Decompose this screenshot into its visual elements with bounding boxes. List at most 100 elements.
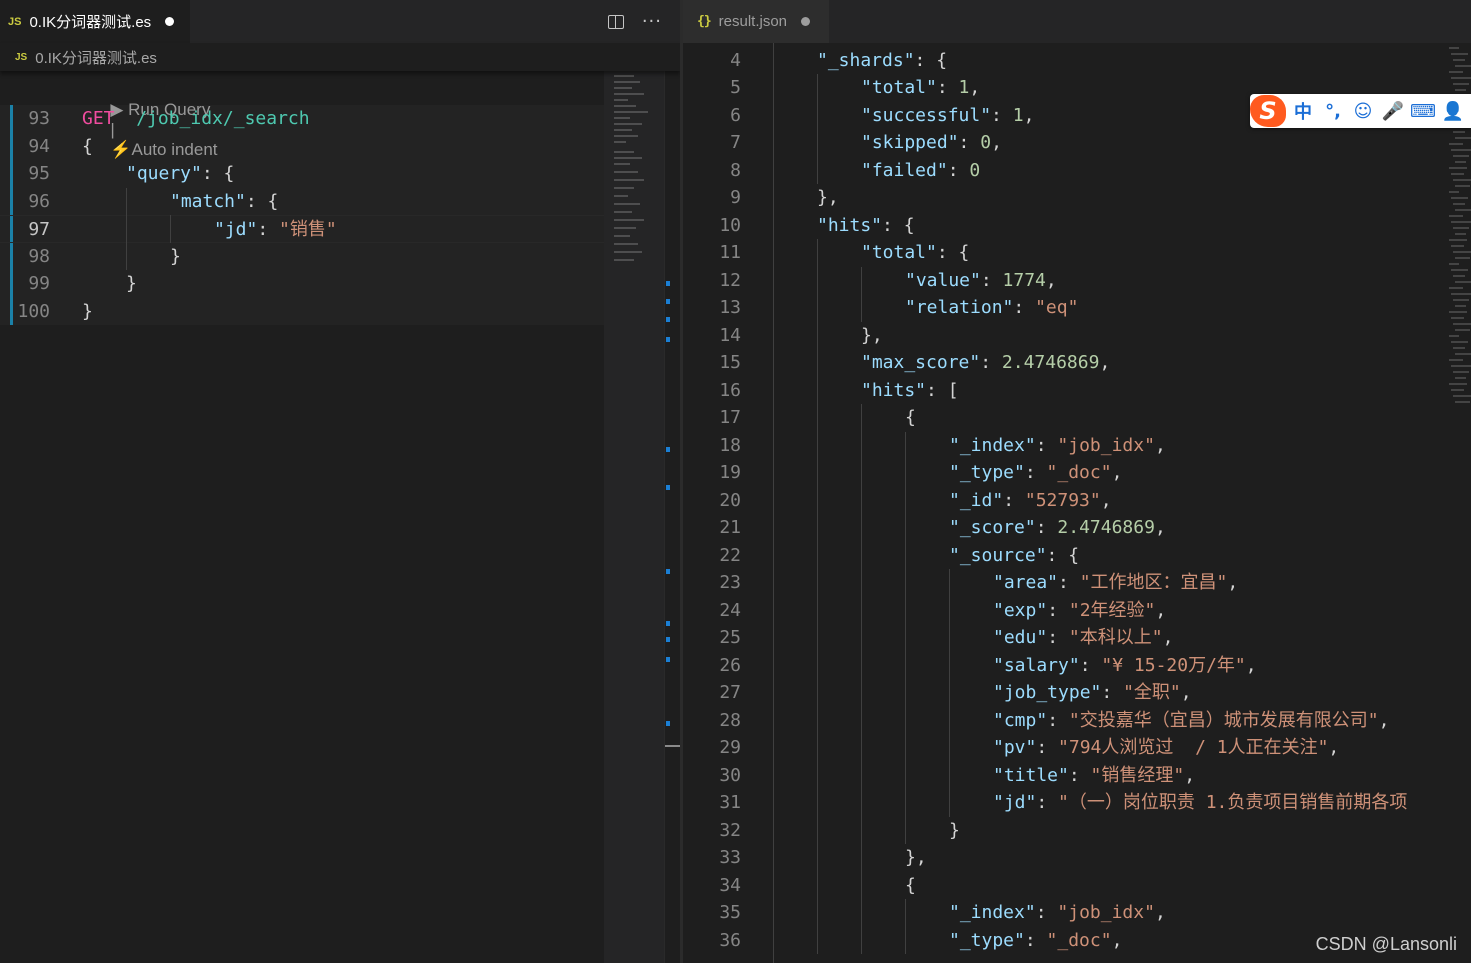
scrollbar-change-marker (666, 657, 670, 662)
ime-punctuation-icon[interactable]: °, (1318, 101, 1348, 122)
sogou-logo-icon[interactable]: S (1250, 94, 1288, 128)
left-editor-group: JS 0.IK分词器测试.es ··· JS 0.IK分词器测试.es ▶ Ru… (0, 0, 680, 963)
right-minimap[interactable] (1443, 43, 1471, 963)
right-code-editor[interactable]: 4 "_shards": {5 "total": 1, 6 "successful": … (683, 43, 1443, 963)
code-line[interactable]: 19 "_type": "_doc", (683, 459, 1443, 487)
code-line[interactable]: 7 "skipped": 0, (683, 129, 1443, 157)
breadcrumb-file[interactable]: 0.IK分词器测试.es (35, 47, 157, 68)
indent-guide (126, 242, 127, 270)
code-line[interactable]: 30 "title": "销售经理", (683, 762, 1443, 790)
line-code: } (170, 243, 181, 271)
code-line[interactable]: 31 "jd": "（一）岗位职责 1.负责项目销售前期各项 (683, 789, 1443, 817)
tab-ik-test-es[interactable]: JS 0.IK分词器测试.es (0, 0, 190, 43)
ime-user-icon[interactable]: 👤 (1438, 101, 1468, 122)
code-line[interactable]: 10 "hits": { (683, 212, 1443, 240)
git-modified-bar (10, 187, 13, 215)
code-line[interactable]: 17 { (683, 404, 1443, 432)
code-line[interactable]: 35 "_index": "job_idx", (683, 899, 1443, 927)
code-line[interactable]: 98} (0, 242, 604, 271)
minimap-line (1455, 377, 1466, 379)
token-key: "skipped" (861, 132, 959, 153)
token-punc: : { (201, 163, 235, 184)
token-punc: } (949, 819, 960, 841)
code-line[interactable]: 11 "total": { (683, 239, 1443, 267)
indent-guide (817, 816, 818, 844)
code-line[interactable]: 94 { (0, 132, 604, 160)
code-line[interactable]: 21 "_score": 2.4746869, (683, 514, 1443, 542)
code-line[interactable]: 9}, (683, 184, 1443, 212)
minimap-line (1449, 383, 1467, 385)
token-str: "52793" (1024, 489, 1101, 511)
token-punc: { (267, 190, 279, 212)
indent-guide (905, 789, 906, 817)
left-scrollbar[interactable] (664, 71, 680, 963)
token-punc: , (1180, 682, 1192, 703)
code-line[interactable]: 100} (0, 297, 604, 325)
code-line[interactable]: 25 "edu": "本科以上", (683, 624, 1443, 652)
code-line[interactable]: 24 "exp": "2年经验", (683, 597, 1443, 625)
line-number: 30 (719, 764, 741, 786)
ime-emoji-icon[interactable]: ☺ (1348, 101, 1378, 122)
code-line[interactable]: 13 "relation": "eq" (683, 294, 1443, 322)
minimap-line (1449, 215, 1463, 217)
code-line[interactable]: 8 "failed": 0 (683, 157, 1443, 185)
indent-guide (817, 624, 818, 652)
indent-guide (817, 844, 818, 872)
ime-keyboard-icon[interactable]: ⌨ (1408, 101, 1438, 122)
code-line[interactable]: 99} (0, 270, 604, 298)
code-line[interactable]: 26 "salary": "¥ 15-20万/年", (683, 652, 1443, 680)
token-key: "value" (905, 269, 981, 291)
code-line[interactable]: 29 "pv": "794人浏览过 / 1人正在关注", (683, 734, 1443, 762)
line-code: "salary": "¥ 15-20万/年", (993, 652, 1257, 680)
tab-result-json[interactable]: {} result.json (683, 0, 829, 43)
code-line[interactable]: 20 "_id": "52793", (683, 487, 1443, 515)
indent-guide (861, 789, 862, 817)
line-code: }, (861, 322, 883, 350)
code-line[interactable]: 95 "query": { (0, 160, 604, 188)
git-modified-bar (10, 132, 13, 160)
unsaved-dot-icon[interactable] (165, 17, 175, 26)
line-code: "pv": "794人浏览过 / 1人正在关注", (993, 734, 1339, 762)
code-line[interactable]: 18 "_index": "job_idx", (683, 432, 1443, 460)
code-line[interactable]: 27 "job_type": "全职", (683, 679, 1443, 707)
ime-voice-icon[interactable]: 🎤 (1378, 101, 1408, 122)
minimap-line (1451, 245, 1464, 247)
indent-guide (817, 404, 818, 432)
code-line[interactable]: 12 "value": 1774, (683, 267, 1443, 295)
code-line[interactable]: 15 "max_score": 2.4746869, (683, 349, 1443, 377)
scrollbar-change-marker (666, 621, 670, 626)
token-punc: { (82, 135, 93, 157)
code-line[interactable]: 32} (683, 817, 1443, 845)
code-line[interactable]: 23 "area": "工作地区：宜昌", (683, 569, 1443, 597)
code-line[interactable]: 16 "hits": [ (683, 377, 1443, 405)
code-line[interactable]: 34 { (683, 872, 1443, 900)
more-actions-icon[interactable]: ··· (642, 11, 662, 32)
code-line[interactable]: 93 GET /job_idx/_search (0, 105, 604, 133)
code-line[interactable]: 28 "cmp": "交投嘉华（宜昌）城市发展有限公司", (683, 707, 1443, 735)
token-key: "jd" (993, 792, 1037, 813)
token-num: 1 (1012, 104, 1024, 126)
split-editor-icon[interactable] (607, 14, 624, 29)
left-minimap[interactable] (604, 71, 668, 963)
line-number: 100 (17, 300, 50, 322)
left-code-editor[interactable]: ▶ Run Query | ⚡Auto indent 93 GET /job_id… (0, 71, 604, 963)
ime-chinese-mode-icon[interactable]: 中 (1288, 98, 1318, 124)
code-line[interactable]: 14}, (683, 322, 1443, 350)
code-line[interactable]: 96 "match": { (0, 187, 604, 215)
scrollbar-change-marker (666, 281, 670, 286)
line-code: "_type": "_doc", (949, 459, 1122, 487)
code-line[interactable]: 22 "_source": { (683, 542, 1443, 570)
minimap-line (1451, 365, 1471, 367)
code-line[interactable]: 33}, (683, 844, 1443, 872)
code-line[interactable]: 4 "_shards": { (683, 47, 1443, 75)
line-code: "skipped": 0, (861, 129, 1002, 157)
unsaved-dot-icon[interactable] (801, 17, 811, 26)
indent-guide (773, 43, 774, 963)
token-str: "交投嘉华（宜昌）城市发展有限公司" (1068, 709, 1379, 731)
code-line[interactable]: 97 "jd": "销售" (0, 215, 604, 243)
token-punc: , (1162, 627, 1174, 648)
minimap-line (614, 75, 634, 77)
line-code: "_source": { (949, 542, 1079, 570)
line-number: 31 (719, 792, 741, 813)
scrollbar-change-marker (666, 299, 670, 304)
